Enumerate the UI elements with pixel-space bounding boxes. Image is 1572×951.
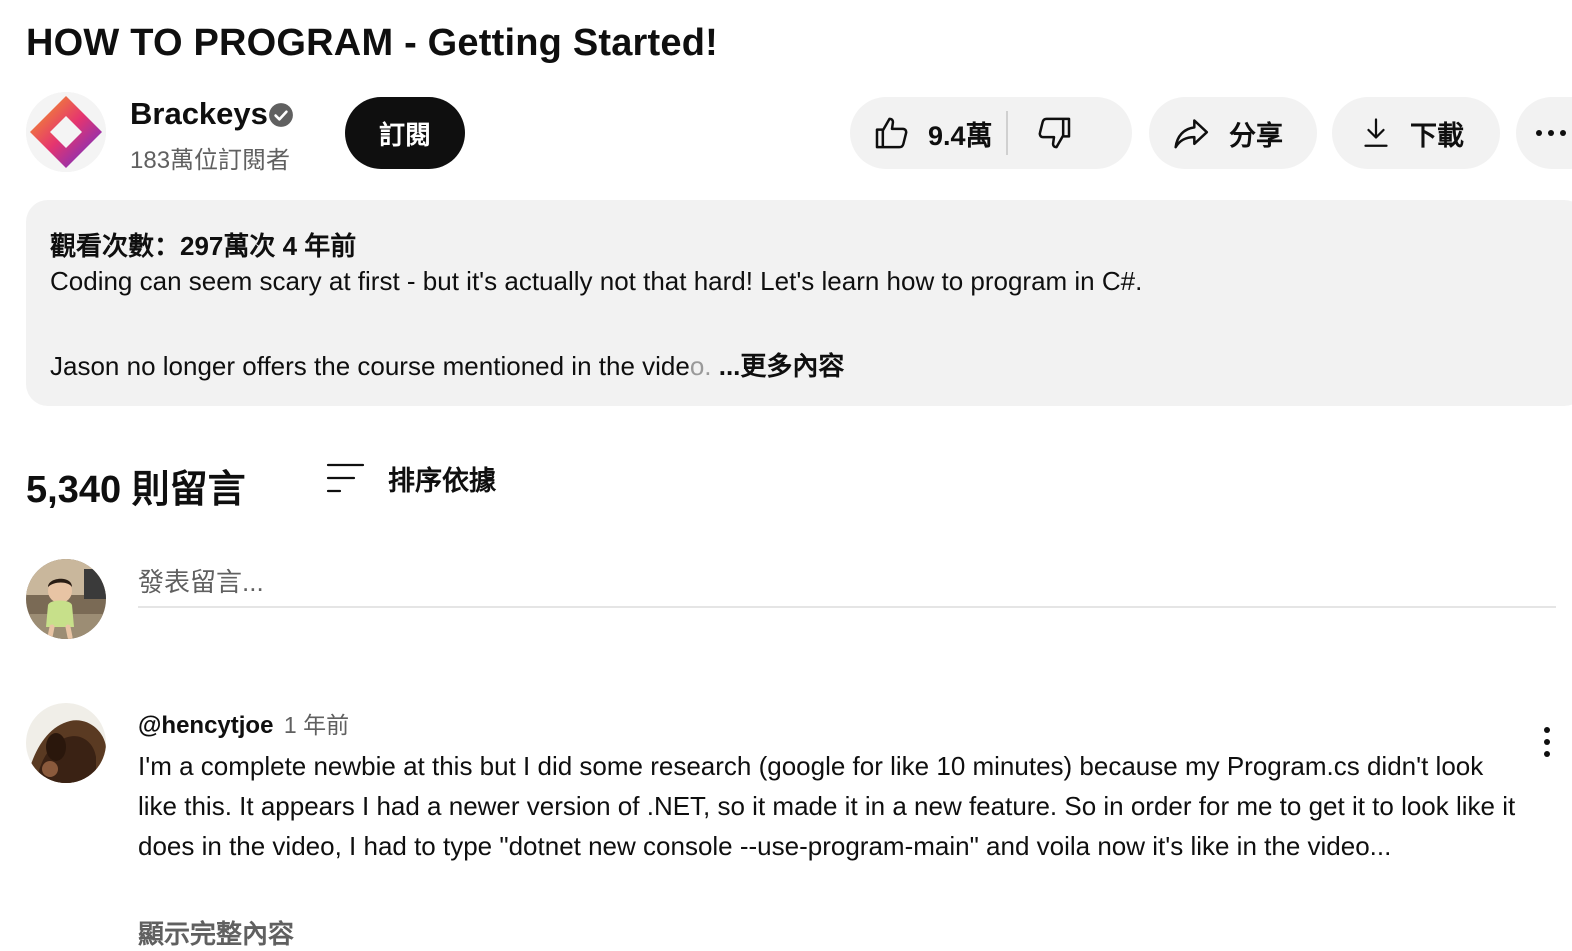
comment-input[interactable] [138, 558, 1556, 608]
subscribe-button[interactable]: 訂閱 [345, 97, 465, 169]
channel-name[interactable]: Brackeys [130, 96, 268, 132]
comment-header: @hencytjoe 1 年前 [138, 706, 349, 740]
subscriber-count: 183萬位訂閱者 [130, 147, 291, 174]
view-count-and-date: 觀看次數：297萬次 4 年前 [50, 231, 357, 261]
current-user-avatar[interactable] [26, 559, 106, 639]
description-snippet: Jason no longer offers the course mentio… [50, 346, 844, 383]
thumbs-up-icon [875, 117, 908, 149]
share-button[interactable]: 分享 [1149, 97, 1317, 169]
thumbs-down-icon [1038, 117, 1071, 149]
download-icon [1364, 118, 1388, 147]
description-box[interactable]: 觀看次數：297萬次 4 年前 Coding can seem scary at… [26, 200, 1572, 406]
video-title: HOW TO PROGRAM - Getting Started! [26, 22, 718, 64]
description-text: Jason no longer offers the course mentio… [50, 351, 690, 381]
show-full-comment-link[interactable]: 顯示完整內容 [138, 914, 294, 951]
channel-avatar[interactable] [26, 92, 106, 172]
comment-author-avatar[interactable] [26, 703, 106, 783]
sort-lines-icon [326, 463, 365, 493]
more-vertical-icon[interactable] [1532, 724, 1562, 764]
owner-row: Brackeys 183萬位訂閱者 訂閱 9.4萬 分享 下載 [26, 92, 1572, 174]
show-more-link[interactable]: ...更多內容 [712, 351, 845, 381]
share-arrow-icon [1174, 119, 1209, 149]
like-button[interactable]: 9.4萬 [850, 97, 1006, 169]
description-line: Coding can seem scary at first - but it'… [50, 266, 1143, 296]
author-photo-icon [26, 703, 106, 783]
dislike-button[interactable] [1008, 97, 1100, 169]
sort-button[interactable]: 排序依據 [326, 456, 496, 500]
verified-check-icon [269, 103, 293, 127]
description-faded-text: o. [689, 351, 712, 381]
download-button[interactable]: 下載 [1332, 97, 1500, 169]
user-photo-icon [26, 559, 106, 639]
like-dislike-group: 9.4萬 [850, 97, 1132, 169]
sort-label: 排序依據 [388, 465, 496, 496]
comment-author[interactable]: @hencytjoe [138, 712, 273, 739]
brackeys-logo-icon [26, 92, 106, 172]
comments-count: 5,340 則留言 [26, 469, 246, 511]
share-label: 分享 [1229, 120, 1283, 151]
more-horizontal-icon [1536, 130, 1566, 136]
more-actions-button[interactable] [1516, 97, 1572, 169]
download-label: 下載 [1410, 120, 1464, 151]
like-count: 9.4萬 [928, 120, 993, 151]
comment-text: I'm a complete newbie at this but I did … [138, 751, 1516, 861]
comment-time[interactable]: 1 年前 [284, 712, 349, 738]
